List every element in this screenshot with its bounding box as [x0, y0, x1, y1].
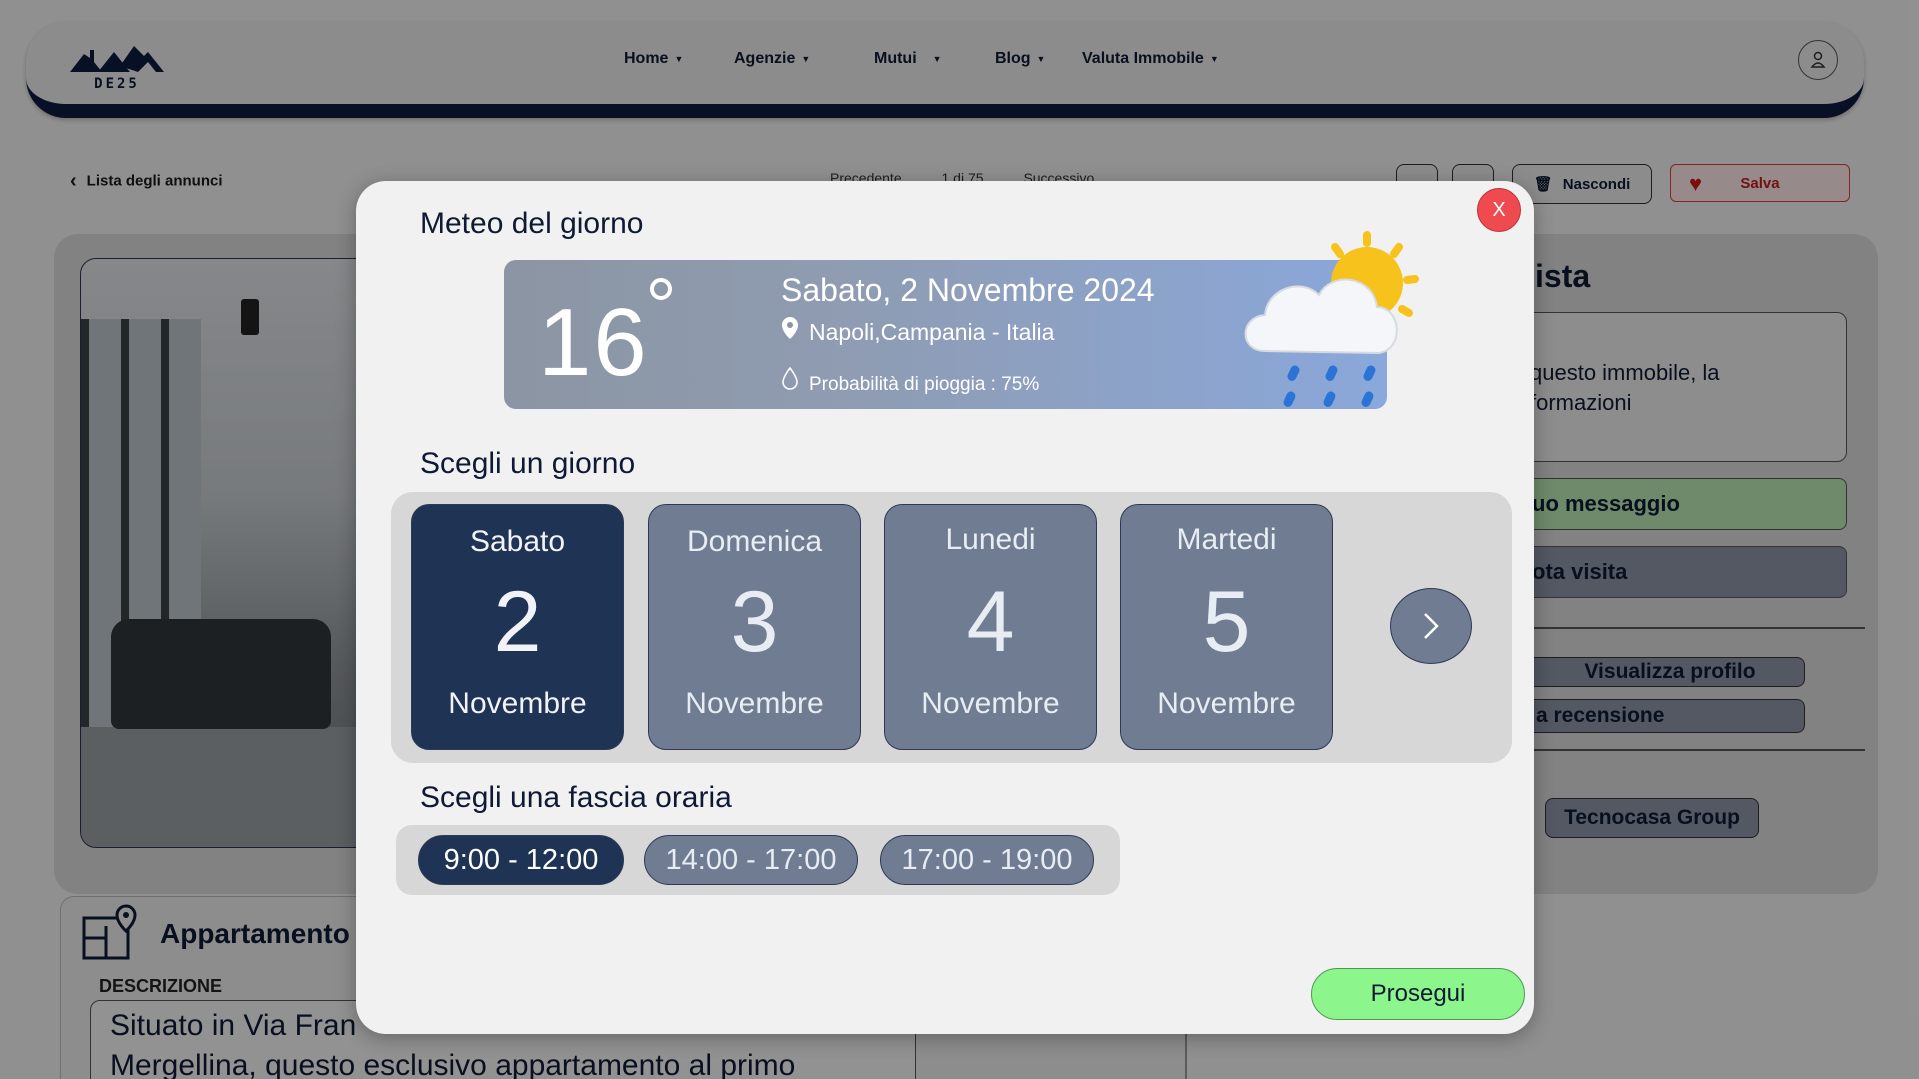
day-name: Sabato	[469, 525, 566, 558]
day-name: Domenica	[686, 525, 823, 558]
day-month: Novembre	[448, 687, 587, 720]
day-picker: Sabato 2 Novembre Domenica 3 Novembre Lu…	[391, 492, 1512, 763]
booking-modal: X Meteo del giorno 16 Sabato, 2 Novembre…	[356, 181, 1534, 1034]
rain-drop-icon	[782, 366, 798, 390]
day-month: Novembre	[685, 687, 824, 720]
day-number: 5	[1202, 574, 1251, 670]
close-button[interactable]: X	[1477, 188, 1521, 232]
day-picker-title: Scegli un giorno	[420, 447, 636, 480]
cloud-sun-rain-icon	[1244, 231, 1419, 407]
time-slot-picker: 9:00 - 12:00 14:00 - 17:00 17:00 - 19:00	[396, 825, 1120, 895]
rain-probability: Probabilità di pioggia : 75%	[781, 366, 1039, 396]
day-month: Novembre	[1157, 687, 1296, 720]
day-number: 4	[966, 574, 1015, 670]
next-days-button[interactable]	[1390, 588, 1472, 664]
day-card-sabato[interactable]: Sabato 2 Novembre	[411, 504, 624, 750]
chevron-right-icon	[1424, 613, 1439, 639]
day-card-domenica[interactable]: Domenica 3 Novembre	[648, 504, 861, 750]
time-slot-option[interactable]: 9:00 - 12:00	[418, 835, 624, 885]
weather-location: Napoli,Campania - Italia	[781, 316, 1054, 346]
day-name: Martedi	[1176, 523, 1277, 556]
location-pin-icon	[782, 317, 798, 339]
time-slot-option[interactable]: 17:00 - 19:00	[880, 835, 1094, 885]
day-number: 3	[730, 574, 779, 670]
weather-title: Meteo del giorno	[420, 207, 644, 240]
weather-date: Sabato, 2 Novembre 2024	[781, 272, 1155, 308]
day-month: Novembre	[921, 687, 1060, 720]
degree-symbol	[650, 278, 672, 300]
time-slot-option[interactable]: 14:00 - 17:00	[644, 835, 858, 885]
time-slot-title: Scegli una fascia oraria	[420, 781, 732, 814]
day-number: 2	[493, 574, 542, 670]
day-card-lunedi[interactable]: Lunedi 4 Novembre	[884, 504, 1097, 750]
day-name: Lunedi	[945, 523, 1036, 556]
day-card-martedi[interactable]: Martedi 5 Novembre	[1120, 504, 1333, 750]
continue-button[interactable]: Prosegui	[1311, 968, 1525, 1020]
temperature: 16	[538, 289, 649, 396]
